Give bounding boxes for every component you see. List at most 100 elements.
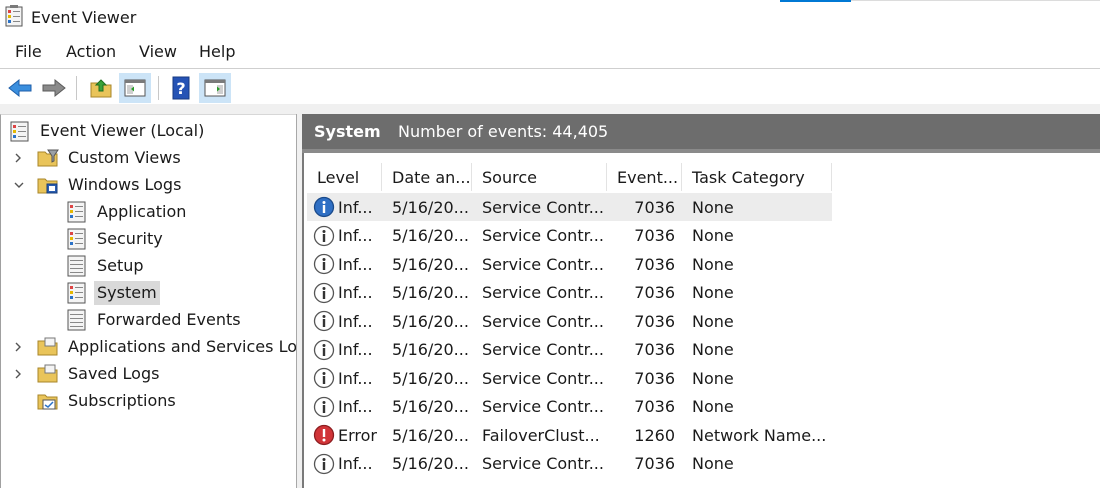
cell-event-id: 7036 (634, 226, 675, 245)
cell-event-id: 7036 (634, 197, 675, 217)
column-header-date[interactable]: Date an... (382, 163, 472, 191)
cell-event-id: 7036 (634, 254, 675, 274)
cell-level: Inf... (313, 250, 383, 278)
cell-source: Service Contr... (482, 340, 604, 359)
table-row[interactable]: Inf... 5/16/20... Service Contr... 7036 None (307, 364, 832, 392)
cell-level: Inf... (313, 307, 383, 335)
toolbar-separator (158, 76, 159, 100)
chevron-right-icon[interactable] (12, 368, 24, 380)
log-plain-icon (67, 255, 86, 276)
forward-button[interactable] (38, 73, 70, 103)
event-viewer-app-icon (5, 5, 23, 27)
chevron-right-icon[interactable] (12, 152, 24, 164)
table-row[interactable]: Inf... 5/16/20... Service Contr... 7036 None (307, 279, 832, 307)
tree-item-label: Custom Views (68, 147, 181, 167)
level-text: Inf... (338, 226, 373, 245)
cell-level: Inf... (313, 279, 383, 307)
column-header-source[interactable]: Source (472, 163, 607, 191)
table-row[interactable]: Error 5/16/20... FailoverClust... 1260 Netwo… (307, 421, 832, 449)
level-text: Inf... (338, 368, 373, 388)
toolbar-separator (76, 76, 77, 100)
cell-date: 5/16/20... (392, 397, 469, 416)
cell-event-id: 7036 (634, 368, 675, 388)
tree-item-forwarded-events[interactable]: Forwarded Events (66, 306, 244, 333)
column-header-label: Level (317, 167, 360, 187)
cell-task-category: None (692, 283, 734, 302)
level-text: Inf... (338, 454, 373, 473)
svg-text:?: ? (176, 79, 185, 98)
tree-item-setup[interactable]: Setup (66, 252, 147, 279)
column-header-level[interactable]: Level (307, 163, 382, 191)
cell-source: Service Contr... (482, 254, 604, 274)
level-text: Inf... (338, 340, 373, 359)
log-plain-icon (67, 309, 86, 330)
menu-file[interactable]: File (15, 42, 42, 61)
tree-item-label: Windows Logs (68, 174, 182, 194)
column-header-task-category[interactable]: Task Category (682, 163, 832, 191)
level-text: Inf... (338, 254, 373, 274)
console-tree-icon (124, 79, 146, 97)
cell-source: Service Contr... (482, 311, 604, 331)
level-text: Error (338, 425, 377, 445)
chevron-down-icon[interactable] (13, 179, 25, 191)
cell-date: 5/16/20... (392, 454, 469, 473)
chevron-right-icon[interactable] (12, 341, 24, 353)
show-hide-console-tree-button[interactable] (119, 73, 151, 103)
event-viewer-icon (10, 121, 29, 141)
action-pane-icon (204, 79, 226, 97)
tree-item-event-viewer-local[interactable]: Event Viewer (Local) (9, 117, 207, 144)
information-icon (313, 282, 335, 303)
folder-up-icon (90, 79, 112, 98)
cell-date: 5/16/20... (392, 340, 469, 359)
help-button[interactable]: ? (165, 73, 197, 103)
tree-item-system[interactable]: System (66, 279, 160, 306)
table-row[interactable]: Inf... 5/16/20... Service Contr... 7036 None (307, 336, 832, 364)
table-row[interactable]: Inf... 5/16/20... Service Contr... 7036 None (307, 193, 832, 221)
menu-view[interactable]: View (139, 42, 177, 61)
show-hide-action-pane-button[interactable] (199, 73, 231, 103)
tree-item-applications-and-services-logs[interactable]: Applications and Services Log (37, 333, 296, 360)
table-row[interactable]: Inf... 5/16/20... Service Contr... 7036 None (307, 250, 832, 278)
cell-source: Service Contr... (482, 197, 604, 217)
window-title: Event Viewer (31, 8, 137, 27)
table-row[interactable]: Inf... 5/16/20... Service Contr... 7036 None (307, 222, 832, 250)
tree-item-label: Saved Logs (68, 363, 160, 383)
cell-date: 5/16/20... (392, 226, 469, 245)
tree-item-label: Event Viewer (Local) (40, 120, 205, 140)
cell-level: Error (313, 421, 383, 449)
information-icon (313, 253, 335, 275)
cell-task-category: None (692, 311, 734, 331)
folder-logs-icon (37, 178, 58, 193)
title-accent-bar (780, 0, 851, 2)
tree-item-security[interactable]: Security (66, 225, 166, 252)
cell-task-category: None (692, 254, 734, 274)
event-count: Number of events: 44,405 (398, 122, 609, 141)
information-icon (313, 367, 335, 389)
tree-item-label: Setup (97, 255, 144, 275)
back-button[interactable] (4, 73, 36, 103)
cell-date: 5/16/20... (392, 368, 469, 388)
tree-item-subscriptions[interactable]: Subscriptions (37, 387, 179, 414)
tree-item-application[interactable]: Application (66, 198, 189, 225)
log-icon (67, 201, 86, 222)
table-row[interactable]: Inf... 5/16/20... Service Contr... 7036 None (307, 450, 832, 478)
tree-item-windows-logs[interactable]: Windows Logs (37, 171, 184, 198)
folder-icon (37, 337, 58, 355)
column-header-event-id[interactable]: Event... (607, 163, 682, 191)
information-icon (313, 453, 335, 474)
table-row[interactable]: Inf... 5/16/20... Service Contr... 7036 None (307, 307, 832, 335)
cell-event-id: 7036 (634, 397, 675, 416)
menu-help[interactable]: Help (199, 42, 235, 61)
up-folder-button[interactable] (85, 73, 117, 103)
tree-item-label: Applications and Services Log (68, 336, 296, 356)
cell-task-category: None (692, 197, 734, 217)
level-text: Inf... (338, 397, 373, 416)
cell-level: Inf... (313, 193, 383, 221)
information-icon (313, 396, 335, 417)
menu-action[interactable]: Action (66, 42, 116, 61)
tree-item-custom-views[interactable]: Custom Views (37, 144, 184, 171)
tree-item-saved-logs[interactable]: Saved Logs (37, 360, 162, 387)
information-icon (313, 196, 335, 218)
tree-item-label: System (94, 280, 160, 305)
table-row[interactable]: Inf... 5/16/20... Service Contr... 7036 None (307, 393, 832, 421)
